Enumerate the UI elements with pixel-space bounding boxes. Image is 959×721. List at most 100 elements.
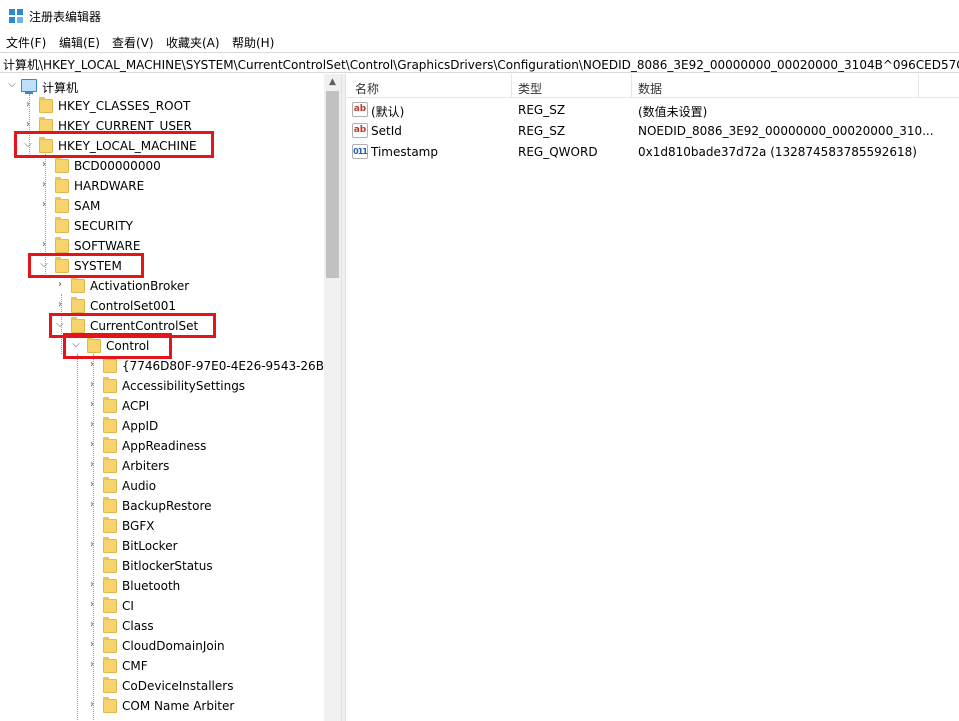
folder-icon [71,297,85,313]
tree-item-control-child[interactable]: › CloudDomainJoin [0,636,324,656]
scrollbar-thumb[interactable] [326,91,339,278]
column-header-name[interactable]: 名称 [355,80,379,97]
tree-item-control-child[interactable]: › BitLocker [0,536,324,556]
menu-view[interactable]: 查看(V) [112,34,154,51]
folder-icon [103,397,117,413]
folder-icon [103,537,117,553]
chevron-right-icon[interactable]: › [54,298,66,312]
menu-file[interactable]: 文件(F) [6,34,46,51]
chevron-right-icon[interactable]: › [86,658,98,672]
folder-icon [103,617,117,633]
tree-item-control-child[interactable]: › AppID [0,416,324,436]
chevron-right-icon[interactable]: › [38,198,50,212]
scroll-up-icon[interactable]: ▲ [324,74,341,91]
column-divider[interactable] [511,74,512,98]
chevron-right-icon[interactable]: › [86,638,98,652]
string-value-icon: ab [352,102,368,117]
tree-item-control-child[interactable]: › BackupRestore [0,496,324,516]
title-bar: 注册表编辑器 [0,0,959,31]
chevron-right-icon[interactable]: › [38,158,50,172]
list-row[interactable]: ab (默认) REG_SZ (数值未设置) [346,99,959,120]
address-bar[interactable]: 计算机\HKEY_LOCAL_MACHINE\SYSTEM\CurrentCon… [0,52,959,73]
tree-item-control-child[interactable]: › Bluetooth [0,576,324,596]
chevron-right-icon[interactable]: › [86,698,98,712]
chevron-right-icon[interactable]: › [54,278,66,292]
tree-scrollbar[interactable]: ▲ [324,74,341,721]
folder-icon [103,497,117,513]
value-data: NOEDID_8086_3E92_00000000_00020000_310..… [638,124,934,138]
tree-item-control-child[interactable]: › {7746D80F-97E0-4E26-9543-26B41 [0,356,339,376]
chevron-right-icon[interactable]: › [38,178,50,192]
registry-editor-icon [9,9,23,23]
folder-icon [39,97,53,113]
tree-label: SAM [74,199,101,213]
tree-item-security[interactable]: SECURITY [0,216,324,236]
chevron-right-icon[interactable]: › [86,378,98,392]
tree-item-bcd[interactable]: › BCD00000000 [0,156,324,176]
value-data: (数值未设置) [638,105,708,119]
tree-label: ACPI [122,399,150,413]
tree-item-computer[interactable]: ⌵ 计算机 [0,76,324,96]
tree-item-control-child[interactable]: › Audio [0,476,324,496]
tree-item-hkey-classes-root[interactable]: › HKEY_CLASSES_ROOT [0,96,324,116]
address-path[interactable]: 计算机\HKEY_LOCAL_MACHINE\SYSTEM\CurrentCon… [3,56,959,72]
folder-icon [55,197,69,213]
tree-item-sam[interactable]: › SAM [0,196,324,216]
chevron-right-icon[interactable]: › [86,438,98,452]
folder-icon [103,377,117,393]
chevron-right-icon[interactable]: › [86,498,98,512]
chevron-right-icon[interactable]: › [86,418,98,432]
column-divider[interactable] [918,74,919,98]
chevron-right-icon[interactable]: › [38,238,50,252]
tree-label: {7746D80F-97E0-4E26-9543-26B41 [122,359,340,373]
tree-item-control-child[interactable]: BGFX [0,516,324,536]
chevron-right-icon[interactable]: › [86,538,98,552]
folder-icon [55,157,69,173]
tree-label: CI [122,599,134,613]
tree-item-control-child[interactable]: › AccessibilitySettings [0,376,324,396]
menu-favorites[interactable]: 收藏夹(A) [166,34,220,51]
tree-label: CoDeviceInstallers [122,679,234,693]
tree-item-activation-broker[interactable]: › ActivationBroker [0,276,324,296]
chevron-right-icon[interactable]: › [86,398,98,412]
value-type: REG_SZ [518,103,566,117]
menu-edit[interactable]: 编辑(E) [59,34,100,51]
folder-icon [103,517,117,533]
tree-item-hardware[interactable]: › HARDWARE [0,176,324,196]
value-type: REG_QWORD [518,145,598,159]
list-row[interactable]: 011 Timestamp REG_QWORD 0x1d810bade37d72… [346,141,959,162]
chevron-right-icon[interactable]: › [22,118,34,132]
tree-item-control-child[interactable]: BitlockerStatus [0,556,324,576]
chevron-right-icon[interactable]: › [86,598,98,612]
column-divider[interactable] [631,74,632,98]
tree-item-control-child[interactable]: CoDeviceInstallers [0,676,324,696]
window-title: 注册表编辑器 [29,10,102,24]
tree-item-control-child[interactable]: › Arbiters [0,456,324,476]
tree-item-control-child[interactable]: › CI [0,596,324,616]
tree-item-control-child[interactable]: › CMF [0,656,324,676]
values-list[interactable]: 名称 类型 数据 ab (默认) REG_SZ (数值未设置) ab SetId… [346,74,959,721]
menu-help[interactable]: 帮助(H) [232,34,274,51]
folder-icon [103,457,117,473]
chevron-right-icon[interactable]: › [86,478,98,492]
tree-item-control-child[interactable]: › AppReadiness [0,436,324,456]
tree-label: COM Name Arbiter [122,699,235,713]
folder-icon [103,697,117,713]
tree-item-control-child[interactable]: › ACPI [0,396,324,416]
highlight-box-hkey-local-machine [14,131,214,158]
list-row[interactable]: ab SetId REG_SZ NOEDID_8086_3E92_0000000… [346,120,959,141]
chevron-right-icon[interactable]: › [86,618,98,632]
value-name: (默认) [371,105,405,119]
column-header-data[interactable]: 数据 [638,80,662,97]
tree-item-control-child[interactable]: › COM Name Arbiter [0,696,324,716]
chevron-right-icon[interactable]: › [86,578,98,592]
value-name: SetId [371,124,402,138]
chevron-right-icon[interactable]: › [22,98,34,112]
key-tree[interactable]: ⌵ 计算机 › HKEY_CLASSES_ROOT › HKEY_CURRENT… [0,74,340,721]
chevron-down-icon[interactable]: ⌵ [6,78,18,92]
chevron-right-icon[interactable]: › [86,458,98,472]
folder-icon [103,477,117,493]
chevron-right-icon[interactable]: › [86,358,98,372]
tree-item-control-child[interactable]: › Class [0,616,324,636]
column-header-type[interactable]: 类型 [518,80,542,97]
